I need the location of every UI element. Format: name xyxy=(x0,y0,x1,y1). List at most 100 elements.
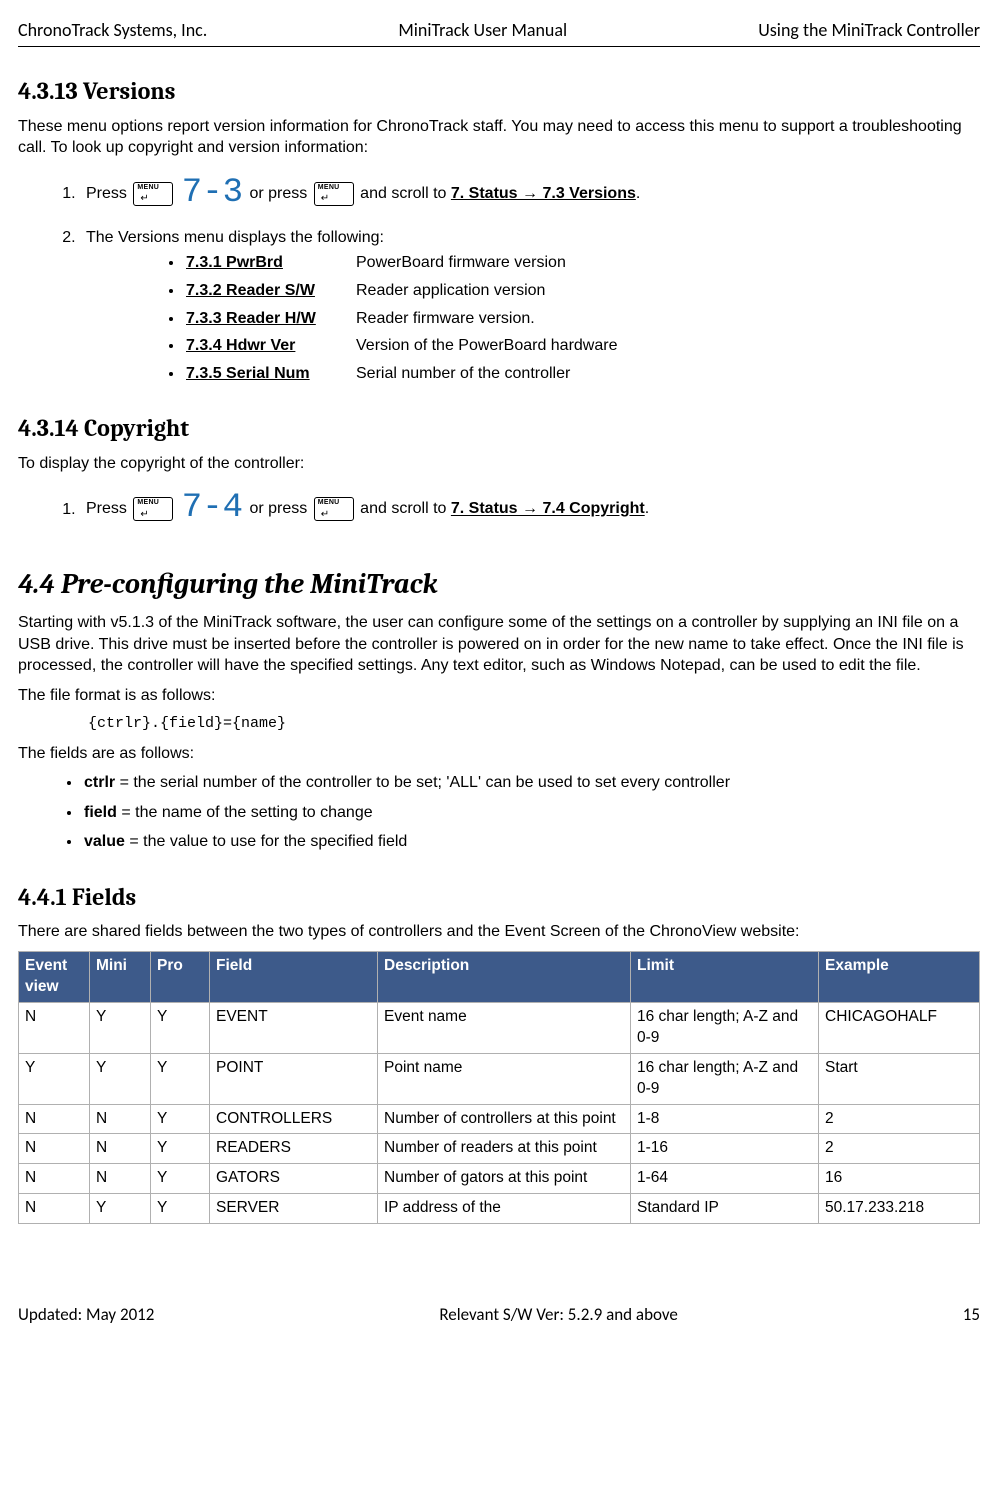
table-cell: Point name xyxy=(378,1053,631,1104)
table-header-row: Event view Mini Pro Field Description Li… xyxy=(19,951,980,1002)
table-cell: Y xyxy=(151,1002,210,1053)
versions-items: 7.3.1 PwrBrdPowerBoard firmware version … xyxy=(86,252,980,384)
th-limit: Limit xyxy=(631,951,819,1002)
table-row: NNYCONTROLLERSNumber of controllers at t… xyxy=(19,1104,980,1134)
table-cell: Number of gators at this point xyxy=(378,1164,631,1194)
copyright-intro: To display the copyright of the controll… xyxy=(18,453,980,475)
versions-item: 7.3.4 Hdwr VerVersion of the PowerBoard … xyxy=(184,335,980,357)
heading-fields: 4.4.1 Fields xyxy=(18,881,980,913)
versions-intro: These menu options report version inform… xyxy=(18,116,980,159)
versions-steps: Press 7-3 or press and scroll to 7. Stat… xyxy=(18,171,980,384)
table-cell: Standard IP xyxy=(631,1194,819,1224)
th-event-view: Event view xyxy=(19,951,90,1002)
menu-key-icon xyxy=(133,182,173,206)
page-header: ChronoTrack Systems, Inc. MiniTrack User… xyxy=(18,18,980,42)
header-left: ChronoTrack Systems, Inc. xyxy=(18,18,207,42)
table-cell: Number of controllers at this point xyxy=(378,1104,631,1134)
menu-key-icon xyxy=(133,497,173,521)
preconfig-p2: The file format is as follows: xyxy=(18,685,980,707)
table-cell: N xyxy=(19,1194,90,1224)
menu-path: 7. Status → 7.4 Copyright xyxy=(451,501,645,518)
table-cell: GATORS xyxy=(210,1164,378,1194)
table-cell: 16 char length; A-Z and 0-9 xyxy=(631,1053,819,1104)
table-row: NNYGATORSNumber of gators at this point1… xyxy=(19,1164,980,1194)
table-cell: Y xyxy=(151,1194,210,1224)
table-cell: Y xyxy=(151,1053,210,1104)
def-item: value = the value to use for the specifi… xyxy=(82,831,980,853)
footer-left: Updated: May 2012 xyxy=(18,1304,154,1327)
table-cell: N xyxy=(19,1104,90,1134)
footer-page-number: 15 xyxy=(963,1304,980,1327)
table-cell: 16 char length; A-Z and 0-9 xyxy=(631,1002,819,1053)
table-cell: 2 xyxy=(819,1134,980,1164)
def-item: ctrlr = the serial number of the control… xyxy=(82,772,980,794)
table-cell: Y xyxy=(151,1104,210,1134)
table-row: YYYPOINTPoint name16 char length; A-Z an… xyxy=(19,1053,980,1104)
table-cell: 2 xyxy=(819,1104,980,1134)
table-cell: N xyxy=(90,1104,151,1134)
field-definitions: ctrlr = the serial number of the control… xyxy=(18,772,980,853)
table-cell: 1-8 xyxy=(631,1104,819,1134)
table-cell: 50.17.233.218 xyxy=(819,1194,980,1224)
table-cell: N xyxy=(19,1002,90,1053)
header-right: Using the MiniTrack Controller xyxy=(758,18,980,42)
table-cell: Y xyxy=(19,1053,90,1104)
table-cell: SERVER xyxy=(210,1194,378,1224)
th-example: Example xyxy=(819,951,980,1002)
page-footer: Updated: May 2012 Relevant S/W Ver: 5.2.… xyxy=(18,1304,980,1327)
table-cell: POINT xyxy=(210,1053,378,1104)
table-cell: N xyxy=(90,1164,151,1194)
table-cell: Event name xyxy=(378,1002,631,1053)
table-cell: IP address of the xyxy=(378,1194,631,1224)
table-cell: Start xyxy=(819,1053,980,1104)
table-cell: Number of readers at this point xyxy=(378,1134,631,1164)
table-cell: Y xyxy=(90,1194,151,1224)
table-cell: Y xyxy=(90,1053,151,1104)
table-cell: N xyxy=(19,1164,90,1194)
keypad-digits: 7-3 xyxy=(182,174,243,212)
fields-table: Event view Mini Pro Field Description Li… xyxy=(18,951,980,1224)
versions-step-2: The Versions menu displays the following… xyxy=(80,227,980,385)
table-cell: Y xyxy=(151,1164,210,1194)
copyright-steps: Press 7-4 or press and scroll to 7. Stat… xyxy=(18,486,980,532)
table-cell: 1-16 xyxy=(631,1134,819,1164)
versions-step-1: Press 7-3 or press and scroll to 7. Stat… xyxy=(80,171,980,217)
table-cell: READERS xyxy=(210,1134,378,1164)
th-pro: Pro xyxy=(151,951,210,1002)
copyright-step-1: Press 7-4 or press and scroll to 7. Stat… xyxy=(80,486,980,532)
heading-versions: 4.3.13 Versions xyxy=(18,75,980,107)
footer-center: Relevant S/W Ver: 5.2.9 and above xyxy=(439,1304,678,1327)
table-cell: EVENT xyxy=(210,1002,378,1053)
table-row: NYYEVENTEvent name16 char length; A-Z an… xyxy=(19,1002,980,1053)
versions-item: 7.3.1 PwrBrdPowerBoard firmware version xyxy=(184,252,980,274)
header-rule xyxy=(18,46,980,47)
preconfig-p1: Starting with v5.1.3 of the MiniTrack so… xyxy=(18,612,980,677)
heading-preconfig: 4.4 Pre-configuring the MiniTrack xyxy=(18,566,980,604)
preconfig-p3: The fields are as follows: xyxy=(18,743,980,765)
table-cell: N xyxy=(19,1134,90,1164)
th-description: Description xyxy=(378,951,631,1002)
table-cell: CONTROLLERS xyxy=(210,1104,378,1134)
table-cell: Y xyxy=(151,1134,210,1164)
heading-copyright: 4.3.14 Copyright xyxy=(18,412,980,444)
fields-intro: There are shared fields between the two … xyxy=(18,921,980,943)
table-cell: 16 xyxy=(819,1164,980,1194)
menu-key-icon xyxy=(314,182,354,206)
table-cell: CHICAGOHALF xyxy=(819,1002,980,1053)
def-item: field = the name of the setting to chang… xyxy=(82,802,980,824)
keypad-digits: 7-4 xyxy=(182,489,243,527)
th-field: Field xyxy=(210,951,378,1002)
table-row: NNYREADERSNumber of readers at this poin… xyxy=(19,1134,980,1164)
table-cell: N xyxy=(90,1134,151,1164)
versions-item: 7.3.3 Reader H/WReader firmware version. xyxy=(184,308,980,330)
header-center: MiniTrack User Manual xyxy=(398,18,567,42)
menu-key-icon xyxy=(314,497,354,521)
ini-format-code: {ctrlr}.{field}={name} xyxy=(88,714,980,734)
versions-item: 7.3.5 Serial NumSerial number of the con… xyxy=(184,363,980,385)
table-cell: 1-64 xyxy=(631,1164,819,1194)
th-mini: Mini xyxy=(90,951,151,1002)
table-row: NYYSERVERIP address of theStandard IP50.… xyxy=(19,1194,980,1224)
menu-path: 7. Status → 7.3 Versions xyxy=(451,185,636,202)
table-cell: Y xyxy=(90,1002,151,1053)
versions-item: 7.3.2 Reader S/WReader application versi… xyxy=(184,280,980,302)
